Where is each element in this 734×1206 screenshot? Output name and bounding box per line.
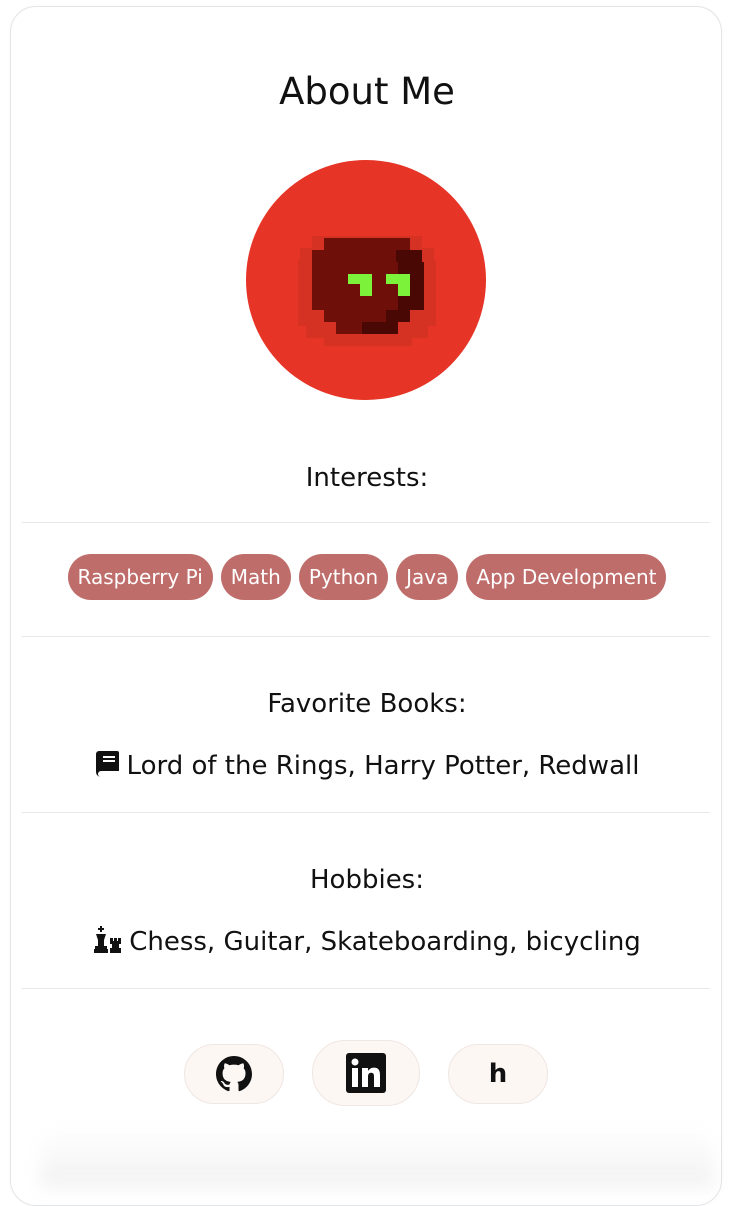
hobbies-heading: Hobbies: <box>310 865 424 895</box>
divider <box>22 522 710 523</box>
linkedin-icon <box>346 1053 386 1093</box>
interest-chip: Python <box>298 554 389 600</box>
interests-chip-list: Raspberry Pi Math Python Java App Develo… <box>0 554 734 600</box>
interests-heading: Interests: <box>305 463 429 493</box>
interest-chip: App Development <box>466 554 667 600</box>
h-icon: h <box>488 1059 508 1089</box>
favorite-books-line: Lord of the Rings, Harry Potter, Redwall <box>0 750 734 782</box>
github-link-button[interactable] <box>184 1044 284 1104</box>
divider <box>22 812 710 813</box>
book-icon <box>95 751 119 777</box>
interest-chip: Java <box>396 554 459 600</box>
divider <box>22 988 710 989</box>
interest-chip: Math <box>220 554 291 600</box>
page-title: About Me <box>279 70 455 113</box>
h-link-button[interactable]: h <box>448 1044 548 1104</box>
hobbies-text: Chess, Guitar, Skateboarding, bicycling <box>129 927 641 957</box>
avatar <box>246 160 486 400</box>
favorite-books-heading: Favorite Books: <box>267 689 467 719</box>
interest-chip: Raspberry Pi <box>67 554 213 600</box>
divider <box>22 636 710 637</box>
social-links: h <box>0 1040 734 1106</box>
github-icon <box>216 1056 252 1092</box>
favorite-books-text: Lord of the Rings, Harry Potter, Redwall <box>126 751 640 781</box>
pixel-art-character-icon <box>298 236 436 346</box>
hobbies-line: Chess, Guitar, Skateboarding, bicycling <box>0 926 734 958</box>
chess-pieces-icon <box>94 926 122 953</box>
linkedin-link-button[interactable] <box>312 1040 420 1106</box>
